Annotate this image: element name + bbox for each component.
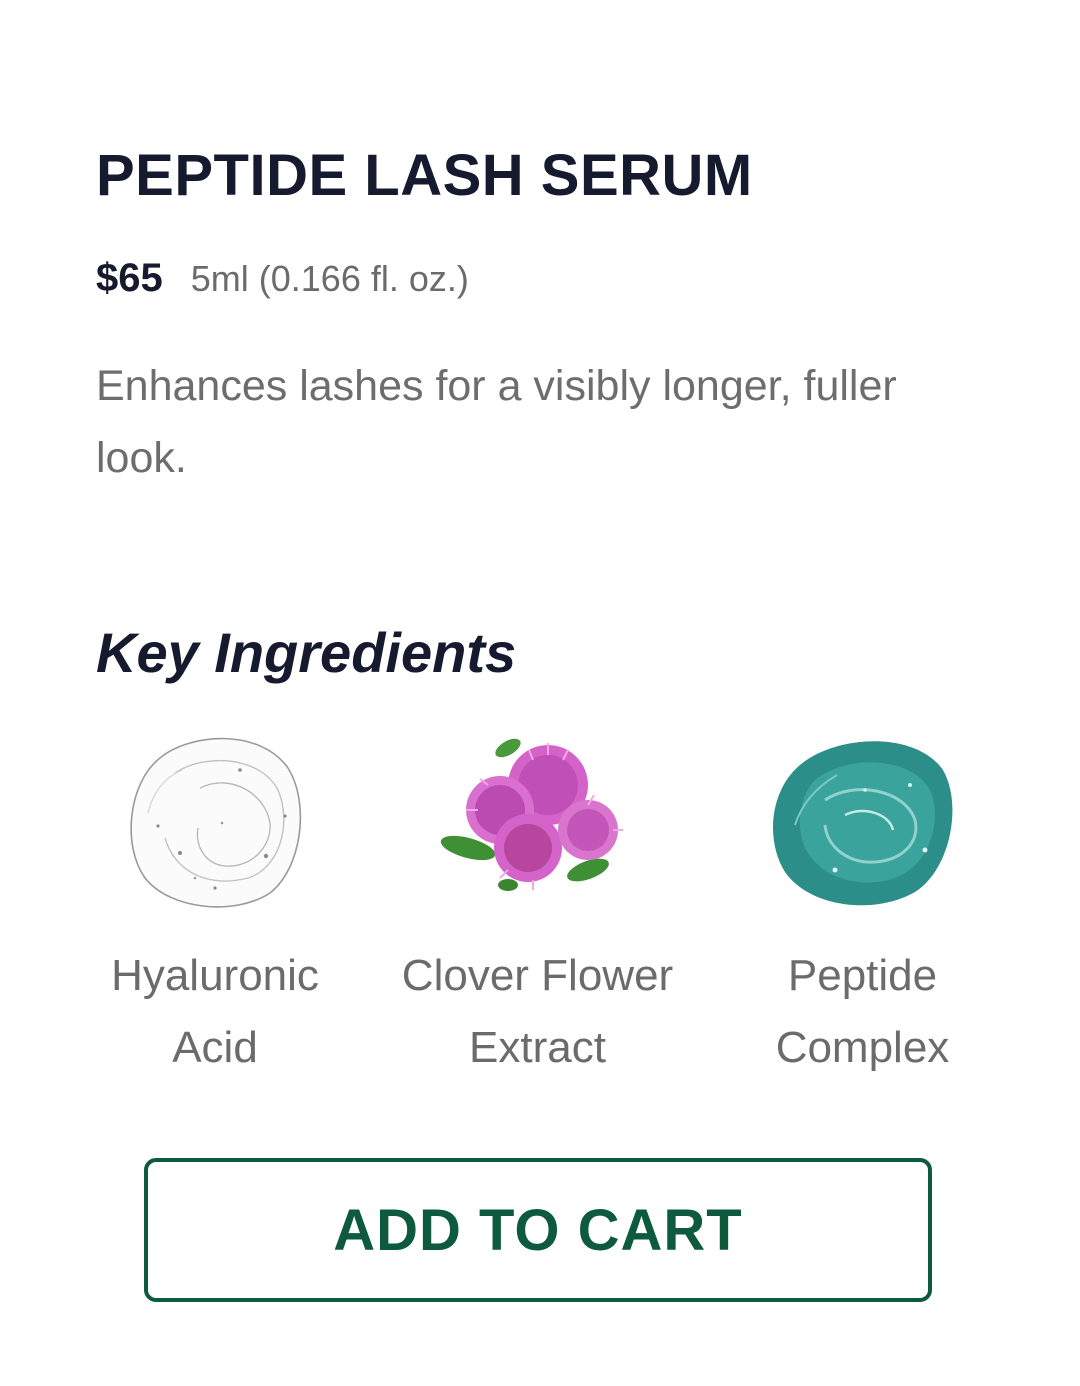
teal-gel-swatch-icon <box>763 725 963 915</box>
ingredient-label: Clover Flower Extract <box>401 951 674 1072</box>
ingredient-label: Peptide Complex <box>775 951 950 1072</box>
ingredient-label: Hyaluronic Acid <box>111 951 319 1072</box>
product-detail: PEPTIDE LASH SERUM $65 5ml (0.166 fl. oz… <box>0 0 1080 1386</box>
key-ingredients-heading: Key Ingredients <box>96 621 517 684</box>
product-price: $65 <box>96 256 163 300</box>
price-row: $65 5ml (0.166 fl. oz.) <box>96 256 469 301</box>
ingredient-clover-flower-extract: Clover Flower Extract <box>380 725 695 1084</box>
ingredient-peptide-complex: Peptide Complex <box>740 725 985 1084</box>
clear-gel-swatch-icon <box>115 725 315 915</box>
product-description: Enhances lashes for a visibly longer, fu… <box>96 362 897 482</box>
ingredient-hyaluronic-acid: Hyaluronic Acid <box>95 725 335 1084</box>
product-title: PEPTIDE LASH SERUM <box>96 143 753 208</box>
product-size: 5ml (0.166 fl. oz.) <box>190 258 469 299</box>
add-to-cart-button[interactable]: ADD TO CART <box>144 1158 932 1302</box>
clover-flower-icon <box>438 725 638 915</box>
